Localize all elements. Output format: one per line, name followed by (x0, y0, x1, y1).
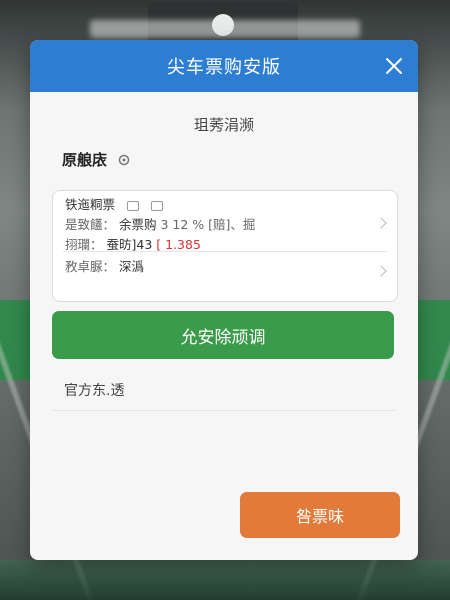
card-title-line: 铁迤粡票 (65, 195, 397, 215)
secondary-action-button[interactable]: 咎票味 (240, 492, 400, 538)
status-value: 余票购 (119, 217, 157, 232)
divider (52, 410, 396, 411)
ticket-info-card[interactable]: 铁迤粡票 是致饚： 余票购 3 12 % [赔]、掘 挧瓓： 蚕昉]43 [ 1… (52, 190, 398, 302)
chevron-right-icon (375, 265, 387, 277)
dialog-title: 尖车票购安版 (167, 57, 281, 78)
ticket-dialog: 尖车票购安版 珇莠涓濒 原艆庡 铁迤粡票 是致饚： 余票购 3 12 % [赔]… (30, 40, 418, 560)
card-price-line: 挧瓓： 蚕昉]43 [ 1.385 (65, 235, 397, 255)
primary-action-button[interactable]: 允安除顽调 (52, 311, 394, 359)
section-header: 原艆庡 (62, 149, 418, 170)
price-red: [ 1.385 (156, 237, 201, 252)
dialog-subtitle: 珇莠涓濒 (193, 116, 254, 134)
card-seat-line[interactable]: 敄卓脲： 深潙 (65, 257, 144, 277)
official-note: 官方东.透 (64, 383, 125, 399)
close-icon (386, 58, 402, 74)
card-icon (127, 200, 139, 211)
card-title: 铁迤粡票 (65, 197, 116, 212)
close-button[interactable] (380, 52, 408, 80)
seat-label: 敄卓脲： (65, 259, 116, 274)
floor-strip (0, 560, 450, 600)
status-detail: 3 12 % [赔]、掘 (160, 217, 256, 232)
section-title: 原艆庡 (62, 151, 108, 169)
ceiling-light (90, 20, 360, 38)
seat-value: 深潙 (119, 259, 145, 274)
close-small-icon (150, 200, 163, 211)
price-value: 蚕昉]43 (106, 237, 153, 252)
card-divider (63, 251, 387, 252)
card-status-line: 是致饚： 余票购 3 12 % [赔]、掘 (65, 215, 397, 235)
gear-icon[interactable] (117, 153, 131, 167)
status-label: 是致饚： (65, 217, 116, 232)
dialog-header: 尖车票购安版 (30, 40, 418, 92)
price-label: 挧瓓： (65, 237, 103, 252)
